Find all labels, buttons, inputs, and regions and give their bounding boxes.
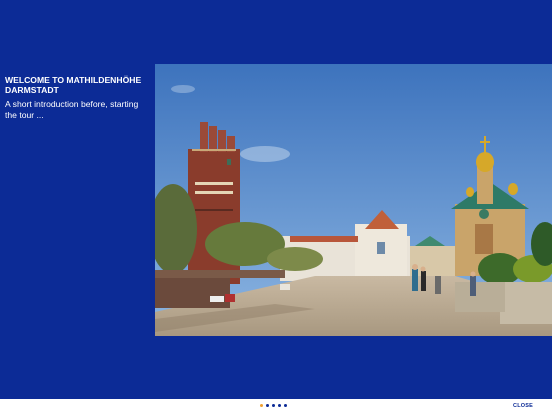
page-dot-4[interactable] [278,404,281,407]
intro-text: A short introduction before, starting th… [5,99,139,120]
bottom-bar: CLOSE [0,399,552,414]
page-indicator [260,404,287,407]
page-dot-2[interactable] [266,404,269,407]
intro-photo [155,64,552,336]
page-dot-5[interactable] [284,404,287,407]
page-dot-1[interactable] [260,404,263,407]
page-dot-3[interactable] [272,404,275,407]
intro-title: WELCOME TO MATHILDENHÖHE DARMSTADT [5,75,142,95]
close-button[interactable]: CLOSE [513,403,533,409]
